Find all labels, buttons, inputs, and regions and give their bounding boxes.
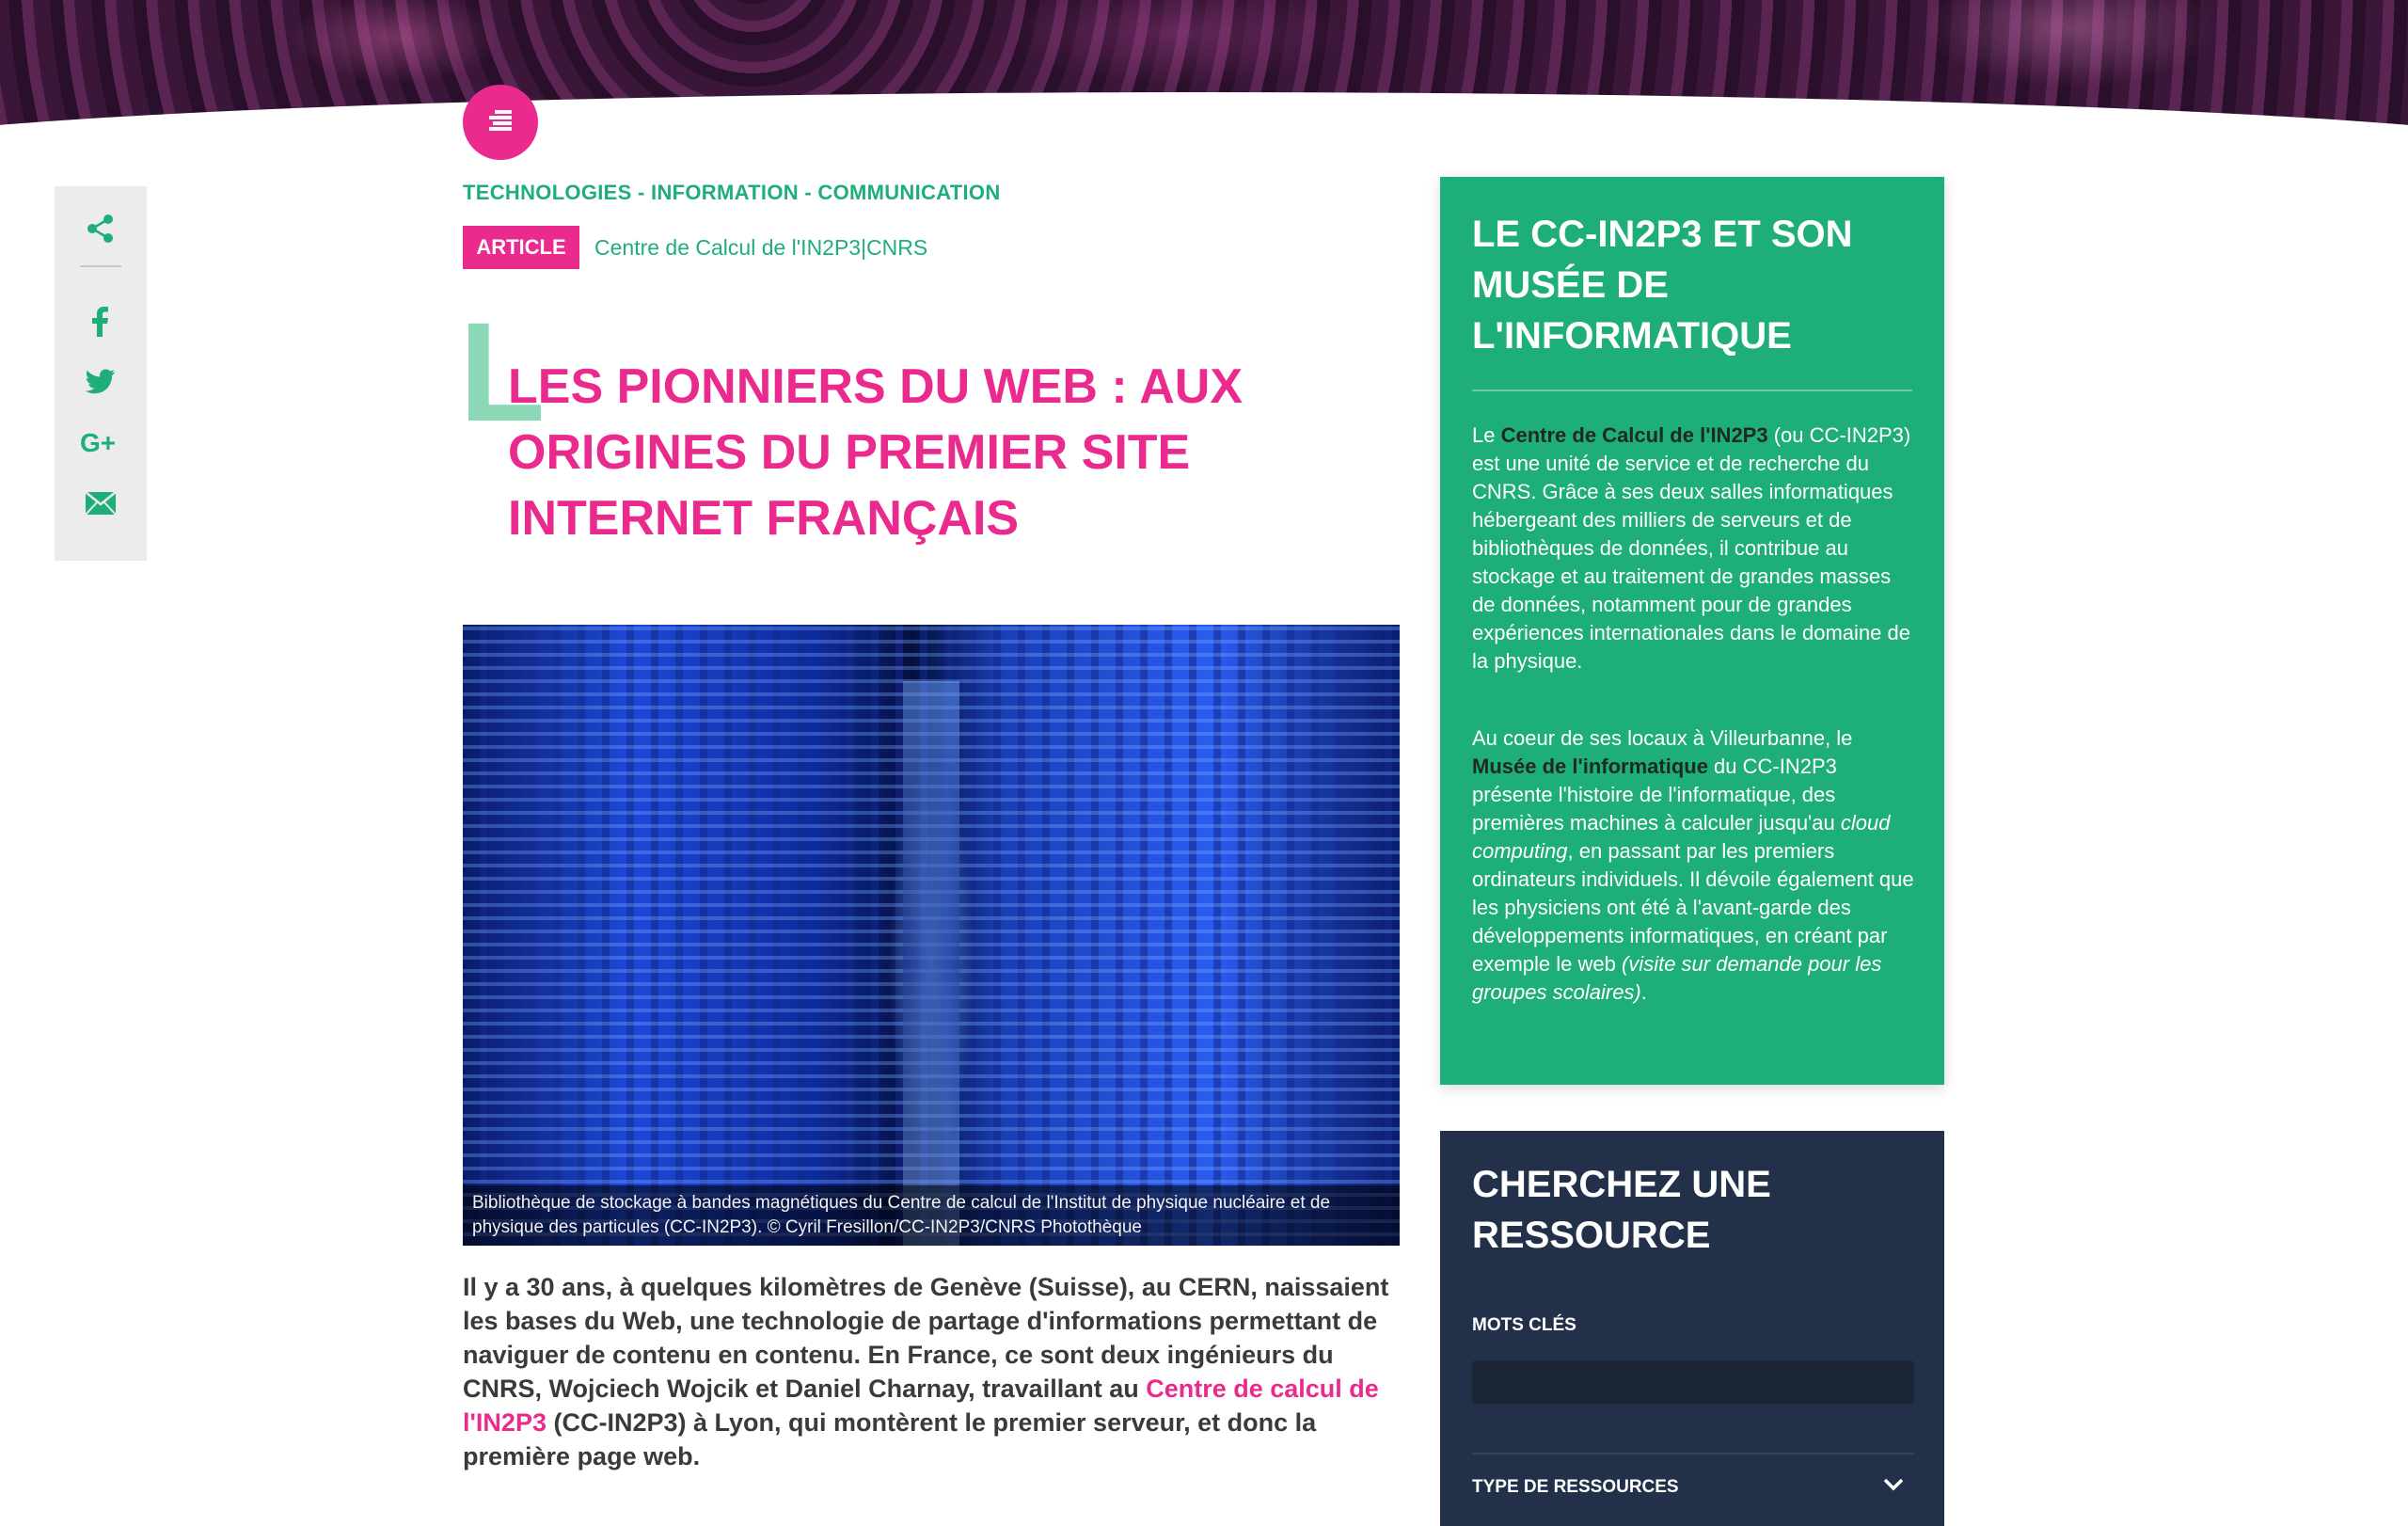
email-icon[interactable] <box>55 491 147 516</box>
intro-text-2: (CC-IN2P3) à Lyon, qui montèrent le prem… <box>463 1408 1317 1470</box>
keywords-input[interactable] <box>1472 1360 1914 1404</box>
google-plus-icon[interactable]: G+ <box>55 429 147 457</box>
aside-museum-paragraph-1: Le Centre de Calcul de l'IN2P3 (ou CC-IN… <box>1472 421 1918 676</box>
share-icon[interactable] <box>55 213 147 245</box>
link-centre-de-calcul[interactable]: Centre de Calcul de l'IN2P3 <box>1501 423 1768 447</box>
share-divider <box>80 265 121 267</box>
page-title: LES PIONNIERS DU WEB : AUX ORIGINES DU P… <box>508 359 1244 546</box>
article-source[interactable]: Centre de Calcul de l'IN2P3|CNRS <box>594 235 927 261</box>
aside-text: . <box>1640 980 1647 1004</box>
image-corridor-highlight <box>903 681 959 1246</box>
facebook-icon[interactable] <box>55 307 147 337</box>
share-sidebar: G+ <box>55 186 147 561</box>
chevron-down-icon[interactable] <box>1882 1477 1905 1496</box>
aside-museum-box: LE CC-IN2P3 ET SON MUSÉE DE L'INFORMATIQ… <box>1440 177 1944 1085</box>
article-image: Bibliothèque de stockage à bandes magnét… <box>463 625 1400 1246</box>
aside-text: Au coeur de ses locaux à Villeurbanne, l… <box>1472 726 1853 750</box>
hero-curve <box>0 92 2408 136</box>
aside-text: Le <box>1472 423 1501 447</box>
image-caption: Bibliothèque de stockage à bandes magnét… <box>463 1185 1400 1246</box>
svg-text:G+: G+ <box>80 429 116 457</box>
article-type-badge <box>463 85 538 160</box>
aside-museum-title: LE CC-IN2P3 ET SON MUSÉE DE L'INFORMATIQ… <box>1472 214 1853 357</box>
article-tag: ARTICLE <box>463 226 579 269</box>
aside-museum-divider <box>1472 389 1912 391</box>
category-breadcrumb[interactable]: TECHNOLOGIES - INFORMATION - COMMUNICATI… <box>463 181 1001 205</box>
hero-banner <box>0 0 2408 136</box>
aside-text: (ou CC-IN2P3) est une unité de service e… <box>1472 423 1911 673</box>
aside-museum-paragraph-2: Au coeur de ses locaux à Villeurbanne, l… <box>1472 724 1918 1007</box>
resource-search-panel: CHERCHEZ UNE RESSOURCE MOTS CLÉS TYPE DE… <box>1440 1131 1944 1526</box>
article-intro: Il y a 30 ans, à quelques kilomètres de … <box>463 1270 1403 1473</box>
link-musee-informatique[interactable]: Musée de l'informatique <box>1472 755 1708 778</box>
keywords-label: MOTS CLÉS <box>1472 1315 1576 1335</box>
article-icon <box>485 108 515 136</box>
resource-divider <box>1472 1453 1914 1454</box>
resource-search-title: CHERCHEZ UNE RESSOURCE <box>1472 1164 1771 1256</box>
twitter-icon[interactable] <box>55 369 147 395</box>
resource-type-select[interactable]: TYPE DE RESSOURCES <box>1472 1477 1679 1498</box>
